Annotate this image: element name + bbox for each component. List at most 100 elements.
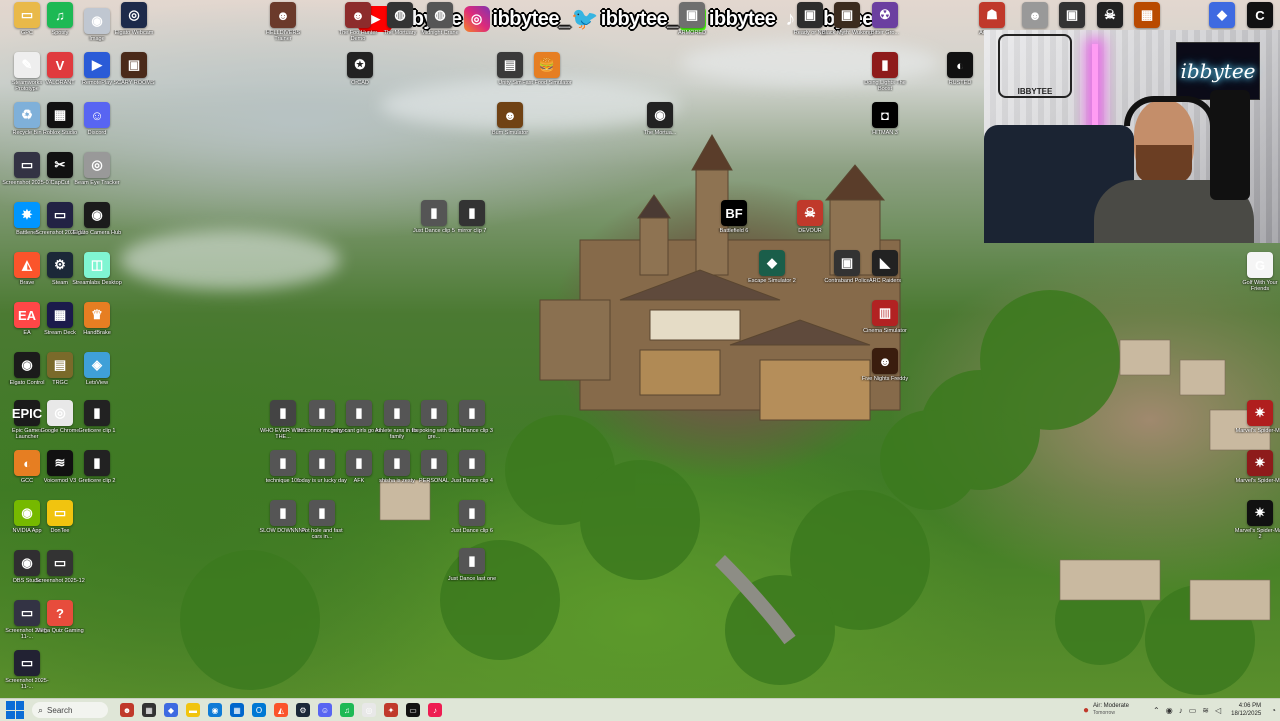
app-icon: ☻ <box>345 2 371 28</box>
desktop-icon[interactable]: 🍔 Fast Food Simulator <box>522 52 572 86</box>
taskbar-steam-icon[interactable]: ⚙ <box>296 703 310 717</box>
desktop-icon[interactable]: ♛ HandBrake <box>74 302 120 336</box>
desktop-icon[interactable]: ✷ Marvel's Spider-M... <box>1236 400 1280 434</box>
neon-logo-text: ibbytee <box>1180 59 1256 83</box>
taskbar-people-icon[interactable]: ☻ <box>120 703 134 717</box>
mic-arm <box>1210 90 1250 200</box>
desktop-icon[interactable]: ◎ Beam Eye Tracker <box>74 152 120 186</box>
desktop-icon[interactable]: ◈ LetsView <box>74 352 120 386</box>
desktop-icon[interactable]: ☺ Discord <box>74 102 120 136</box>
desktop-icon[interactable]: ▮ Doing Lights The Boost <box>862 52 908 92</box>
desktop-icon[interactable]: ▥ Cinema Simulator <box>862 300 908 334</box>
desktop-icon[interactable]: ◉ Elgato Camera Hub <box>73 202 121 236</box>
taskbar-taskview-icon[interactable]: ▦ <box>142 703 156 717</box>
app-icon: ▶ <box>84 52 110 78</box>
wall-sign-text: IBBYTEE <box>1017 87 1053 96</box>
app-icon: ▮ <box>459 200 485 226</box>
desktop-icon[interactable]: ? Mega Quiz Gaming <box>36 600 84 634</box>
desktop-icon[interactable]: ◣ ARC Raiders <box>862 250 908 284</box>
desktop-icon[interactable]: ☻ The Foo Hunter Demo <box>335 2 381 42</box>
app-icon: ☻ <box>1022 2 1048 28</box>
search-icon: ⌕ <box>38 704 44 715</box>
taskbar-tiktok-icon[interactable]: ♪ <box>428 703 442 717</box>
desktop-icon-label: Bum Simulator <box>491 130 529 136</box>
desktop-icon[interactable]: ▭ DonTee <box>37 500 83 534</box>
taskbar-terminal-icon[interactable]: ▭ <box>406 703 420 717</box>
desktop-icon[interactable]: ☠ DEVOUR <box>787 200 833 234</box>
desktop-icon-label: Bitter Gro... <box>870 30 900 36</box>
app-icon: ▦ <box>47 302 73 328</box>
monitor-icon[interactable]: ▭ <box>1189 706 1197 715</box>
taskbar-chrome-icon[interactable]: ◎ <box>362 703 376 717</box>
app-icon: ✷ <box>1247 450 1273 476</box>
app-icon: ▮ <box>421 400 447 426</box>
taskbar-edge-icon[interactable]: ◉ <box>208 703 222 717</box>
taskbar-search[interactable]: ⌕ Search <box>32 702 108 718</box>
desktop-icon[interactable]: ▣ ARMORED <box>669 2 715 36</box>
desktop-icon[interactable]: ▮ Just Dance clip 6 <box>449 500 495 534</box>
notification-bell-icon[interactable]: ◔ <box>1271 706 1276 715</box>
taskbar-outlook-icon[interactable]: O <box>252 703 266 717</box>
desktop-icon[interactable]: ▮ Greticere clip 1 <box>74 400 120 434</box>
system-tray: ⌃ ◉ ♪ ▭ ≋ ◁ <box>1153 706 1221 715</box>
desktop-icon-label: OrCAD <box>351 80 369 86</box>
desktop-icon[interactable]: G Golf With Your Friends <box>1237 252 1280 292</box>
app-icon: ◎ <box>84 152 110 178</box>
taskbar-discord-icon[interactable]: ☺ <box>318 703 332 717</box>
chevron-up-icon[interactable]: ⌃ <box>1153 706 1160 715</box>
desktop-icon[interactable]: ◫ Streamlabs Desktop <box>72 252 122 286</box>
app-icon: ♛ <box>84 302 110 328</box>
desktop-icon[interactable]: ✷ Marvel's Spider-M... <box>1235 450 1280 484</box>
network-icon[interactable]: ◉ <box>1166 706 1173 715</box>
taskbar-spotify-icon[interactable]: ♫ <box>340 703 354 717</box>
speaker-icon[interactable]: ♪ <box>1179 706 1183 715</box>
taskbar-app-icon[interactable]: ✦ <box>384 703 398 717</box>
taskbar-brave-icon[interactable]: ◭ <box>274 703 288 717</box>
desktop-icon[interactable]: ◆ Escape Simulator 2 <box>748 250 796 284</box>
desktop-icon-label: The Mortua... <box>643 130 677 136</box>
desktop-icon[interactable]: ☻ HELLDIVERS Trainer <box>260 2 306 42</box>
clock[interactable]: 4:06 PM 18/12/2025 <box>1231 702 1261 718</box>
desktop-icon[interactable]: BF Battlefield 6 <box>711 200 757 234</box>
desktop-icon-label: DEVOUR <box>798 228 822 234</box>
desktop-icon[interactable]: ▭ Screenshot 2025-11-... <box>4 650 50 690</box>
desktop-icon[interactable]: ▮ mirror clip 7 <box>449 200 495 234</box>
desktop-icon-label: Golf With Your Friends <box>1242 280 1278 292</box>
volume-icon[interactable]: ◁ <box>1215 706 1221 715</box>
desktop-icon[interactable]: ▮ Just Dance clip 3 <box>449 400 495 434</box>
desktop-icon[interactable]: ▮ Greticere clip 2 <box>74 450 120 484</box>
desktop-icon-label: Greticere clip 2 <box>78 478 116 484</box>
app-icon: ▮ <box>872 52 898 78</box>
desktop-icon[interactable]: ☢ Bitter Gro... <box>862 2 908 36</box>
start-button[interactable] <box>6 701 24 719</box>
desktop-icon-label: HELLDIVERS Trainer <box>265 30 301 42</box>
desktop-icon[interactable]: ▣ SCARY ROOMS <box>111 52 157 86</box>
app-icon: ♫ <box>47 2 73 28</box>
taskbar-store-icon[interactable]: ▦ <box>230 703 244 717</box>
desktop-icon[interactable]: ◎ Elgato Webcam <box>111 2 157 36</box>
taskbar-explorer-icon[interactable]: ▬ <box>186 703 200 717</box>
taskbar-copilot-icon[interactable]: ◆ <box>164 703 178 717</box>
desktop-icon[interactable]: ▮ Just Dance last one <box>448 548 496 582</box>
desktop-icon-label: Fast Food Simulator <box>522 80 572 86</box>
desktop-icon[interactable]: ◐ RUSTED <box>937 52 983 86</box>
desktop-icon[interactable]: ▭ Screenshot 2025-12 <box>35 550 85 584</box>
desktop-icon[interactable]: ◉ The Mortua... <box>637 102 683 136</box>
desktop-icon[interactable]: ☻ Bum Simulator <box>487 102 533 136</box>
desktop-icon-label: LetsView <box>85 380 109 386</box>
weather-widget[interactable]: ● Air: Moderate Tomorrow <box>1083 703 1129 717</box>
app-icon: ≋ <box>47 450 73 476</box>
app-icon: ▮ <box>421 450 447 476</box>
desktop-icon[interactable]: ◘ HITMAN 3 <box>862 102 908 136</box>
app-icon: ✪ <box>347 52 373 78</box>
desktop-icon[interactable]: ✪ OrCAD <box>337 52 383 86</box>
desktop-icon[interactable]: ☻ Five Nights Freddy <box>862 348 908 382</box>
desktop-icon[interactable]: ◍ Midnight Crane <box>417 2 463 36</box>
desktop-icon-label: Image <box>89 36 105 42</box>
app-icon: ☻ <box>872 348 898 374</box>
wifi-icon[interactable]: ≋ <box>1202 706 1209 715</box>
desktop-icon[interactable]: ✷ Marvel's Spider-Man 2 <box>1235 500 1280 540</box>
desktop-icon[interactable]: ▮ Pot hole and fast cars in... <box>299 500 345 540</box>
desktop-icon[interactable]: ▮ Just Dance clip 4 <box>449 450 495 484</box>
desktop-icon-label: Marvel's Spider-M... <box>1235 478 1280 484</box>
